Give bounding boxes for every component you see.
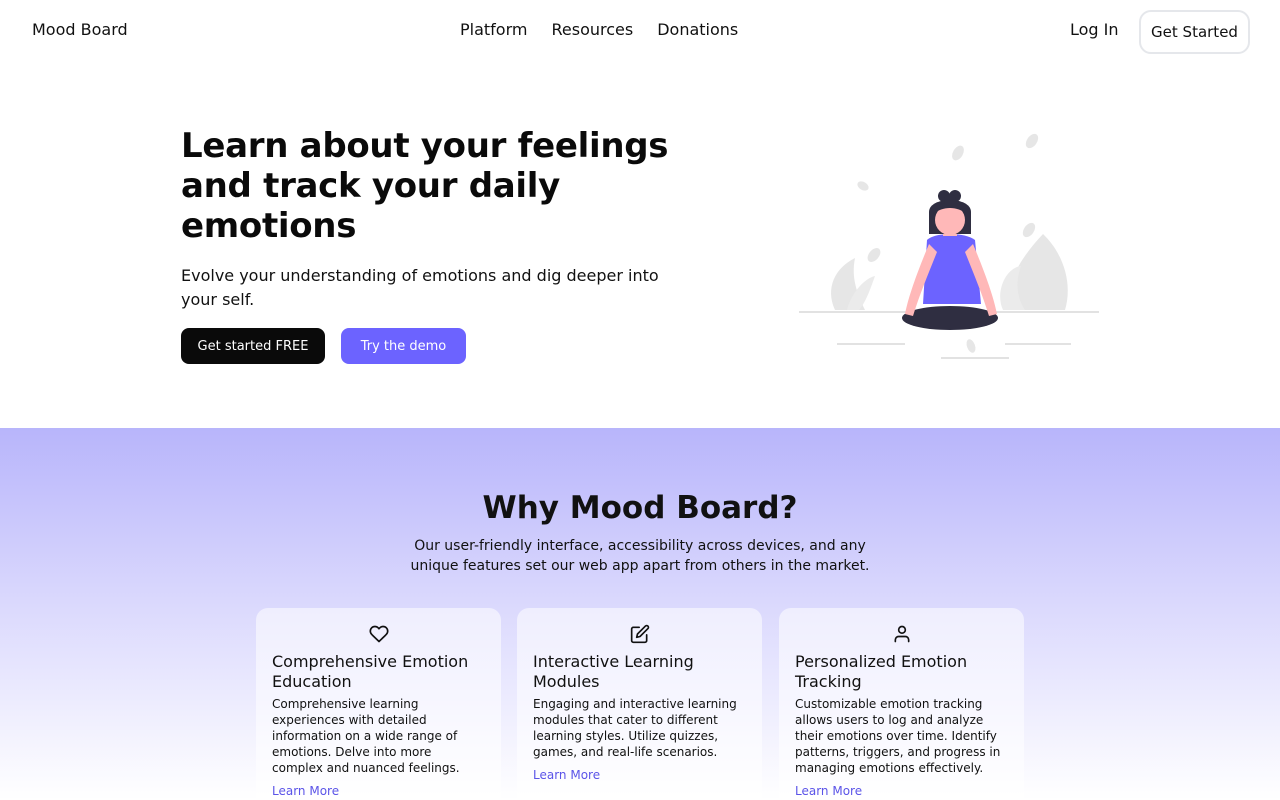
nav-link-platform[interactable]: Platform bbox=[460, 20, 527, 39]
feature-card: Comprehensive Emotion Education Comprehe… bbox=[256, 608, 501, 800]
hair-bun bbox=[944, 194, 956, 206]
learn-more-link[interactable]: Learn More bbox=[533, 768, 746, 782]
leaf-shape bbox=[857, 181, 869, 191]
feature-card: Interactive Learning Modules Engaging an… bbox=[517, 608, 762, 800]
leaf-shape bbox=[966, 339, 976, 353]
brand-logo[interactable]: Mood Board bbox=[32, 20, 128, 39]
feature-card-title: Interactive Learning Modules bbox=[533, 652, 694, 691]
get-started-free-button[interactable]: Get started FREE bbox=[181, 328, 325, 364]
heart-icon bbox=[272, 624, 485, 644]
login-link[interactable]: Log In bbox=[1070, 20, 1119, 39]
leaf-shape bbox=[1025, 133, 1039, 149]
feature-card-body: Comprehensive learning experiences with … bbox=[272, 697, 460, 775]
learn-more-link[interactable]: Learn More bbox=[272, 784, 485, 798]
learn-more-link[interactable]: Learn More bbox=[795, 784, 1008, 798]
feature-card-title: Personalized Emotion Tracking bbox=[795, 652, 968, 691]
site-header: Mood Board Platform Resources Donations … bbox=[0, 0, 1280, 64]
edit-icon bbox=[533, 624, 746, 644]
nav-link-donations[interactable]: Donations bbox=[657, 20, 738, 39]
section-title: Why Mood Board? bbox=[482, 490, 798, 526]
main-nav: Platform Resources Donations bbox=[460, 20, 738, 39]
meditation-illustration bbox=[799, 133, 1099, 359]
section-subtitle: Our user-friendly interface, accessibili… bbox=[410, 538, 870, 574]
crossed-legs bbox=[902, 306, 998, 330]
hero-title: Learn about your feelings and track your… bbox=[181, 126, 669, 246]
feature-card-body: Customizable emotion tracking allows use… bbox=[795, 697, 1001, 775]
leaf-shape bbox=[1022, 222, 1036, 238]
get-started-button[interactable]: Get Started bbox=[1139, 10, 1250, 54]
user-icon bbox=[795, 624, 1008, 644]
feature-card-body: Engaging and interactive learning module… bbox=[533, 697, 737, 759]
leaf-shape bbox=[952, 145, 964, 161]
feature-card-title: Comprehensive Emotion Education bbox=[272, 652, 469, 691]
nav-link-resources[interactable]: Resources bbox=[551, 20, 633, 39]
feature-card: Personalized Emotion Tracking Customizab… bbox=[779, 608, 1024, 800]
features-section: Why Mood Board? Our user-friendly interf… bbox=[0, 428, 1280, 800]
leaf-shape bbox=[867, 248, 881, 262]
hero-subtitle: Evolve your understanding of emotions an… bbox=[181, 266, 659, 309]
try-demo-button[interactable]: Try the demo bbox=[341, 328, 466, 364]
